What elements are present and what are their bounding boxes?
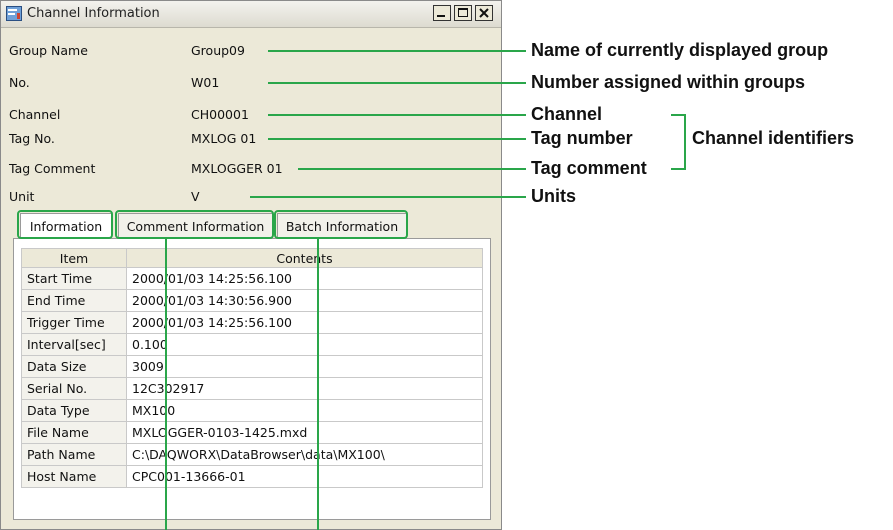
group-name-value: Group09 (191, 43, 245, 58)
row-value: CPC001-13666-01 (126, 465, 483, 488)
row-item: End Time (21, 289, 127, 312)
maximize-icon (458, 8, 468, 17)
tag-no-label: Tag No. (9, 131, 55, 146)
callout-line (165, 238, 167, 530)
callout-line (268, 114, 526, 116)
tab-highlight (17, 210, 113, 239)
annotation-channel-identifiers: Channel identifiers (692, 128, 855, 148)
callout-line (268, 138, 526, 140)
row-item: Path Name (21, 443, 127, 466)
tab-highlight (115, 210, 274, 239)
annotation-tag-comment: Tag comment (531, 158, 647, 178)
number-label: No. (9, 75, 30, 90)
channel-value: CH00001 (191, 107, 249, 122)
table-row: Serial No. 12C302917 (21, 377, 483, 400)
annotation-units: Units (531, 186, 576, 206)
row-item: Start Time (21, 267, 127, 290)
minimize-icon (437, 15, 445, 17)
tag-comment-label: Tag Comment (9, 161, 96, 176)
row-value: 0.100 (126, 333, 483, 356)
callout-line (250, 196, 526, 198)
group-name-label: Group Name (9, 43, 88, 58)
information-table: Item Contents Start Time 2000/01/03 14:25… (21, 248, 483, 488)
table-row: File Name MXLOGGER-0103-1425.mxd (21, 421, 483, 444)
tab-highlight (274, 210, 408, 239)
table-header-row: Item Contents (21, 248, 483, 268)
row-value: C:\DAQWORX\DataBrowser\data\MX100\ (126, 443, 483, 466)
callout-line (317, 238, 319, 530)
row-value: 2000/01/03 14:30:56.900 (126, 289, 483, 312)
table-row: Trigger Time 2000/01/03 14:25:56.100 (21, 311, 483, 334)
table-row: Path Name C:\DAQWORX\DataBrowser\data\MX1… (21, 443, 483, 466)
contents-column-header: Contents (126, 248, 483, 268)
row-value: MX100 (126, 399, 483, 422)
table-row: Start Time 2000/01/03 14:25:56.100 (21, 267, 483, 290)
unit-value: V (191, 189, 200, 204)
bracket-line (671, 114, 685, 116)
table-row: End Time 2000/01/03 14:30:56.900 (21, 289, 483, 312)
bracket-line (671, 168, 685, 170)
row-value: 12C302917 (126, 377, 483, 400)
number-value: W01 (191, 75, 220, 90)
annotation-group-name: Name of currently displayed group (531, 40, 829, 60)
window-title: Channel Information (27, 6, 160, 21)
row-item: Trigger Time (21, 311, 127, 334)
row-value: MXLOGGER-0103-1425.mxd (126, 421, 483, 444)
row-value: 3009 (126, 355, 483, 378)
minimize-button[interactable] (433, 5, 451, 21)
item-column-header: Item (21, 248, 127, 268)
table-row: Interval[sec] 0.100 (21, 333, 483, 356)
table-row: Data Type MX100 (21, 399, 483, 422)
callout-line (298, 168, 526, 170)
table-row: Data Size 3009 (21, 355, 483, 378)
row-item: Data Type (21, 399, 127, 422)
tag-comment-value: MXLOGGER 01 (191, 161, 283, 176)
title-bar[interactable]: Channel Information (1, 1, 501, 28)
row-item: Host Name (21, 465, 127, 488)
row-value: 2000/01/03 14:25:56.100 (126, 267, 483, 290)
row-item: Data Size (21, 355, 127, 378)
annotation-number: Number assigned within groups (531, 72, 806, 92)
annotation-channel: Channel (531, 104, 603, 124)
close-icon (479, 8, 489, 18)
maximize-button[interactable] (454, 5, 472, 21)
unit-label: Unit (9, 189, 35, 204)
table-row: Host Name CPC001-13666-01 (21, 465, 483, 488)
app-icon (6, 6, 22, 21)
row-value: 2000/01/03 14:25:56.100 (126, 311, 483, 334)
close-button[interactable] (475, 5, 493, 21)
row-item: Interval[sec] (21, 333, 127, 356)
channel-label: Channel (9, 107, 61, 122)
annotation-tag-number: Tag number (531, 128, 633, 148)
callout-line (268, 82, 526, 84)
row-item: Serial No. (21, 377, 127, 400)
bracket-line (684, 114, 686, 170)
tag-no-value: MXLOG 01 (191, 131, 257, 146)
row-item: File Name (21, 421, 127, 444)
callout-line (268, 50, 526, 52)
